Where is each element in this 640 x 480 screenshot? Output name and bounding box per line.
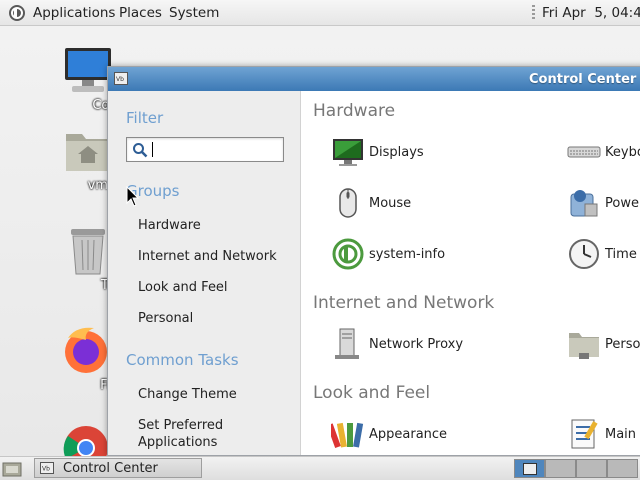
svg-text:Vb: Vb [116, 76, 124, 83]
power-icon [570, 190, 598, 217]
control-center-window: Vb Control Center Filter Groups Hardware… [107, 66, 640, 456]
keyboard-icon [567, 146, 601, 158]
filter-search-field[interactable] [126, 137, 284, 162]
mouse-icon [339, 188, 357, 218]
common-tasks-heading: Common Tasks [126, 351, 239, 369]
network-proxy-icon [335, 328, 359, 359]
menu-applications[interactable]: Applications [33, 5, 115, 21]
item-label: Power [605, 196, 640, 211]
filter-heading: Filter [126, 109, 164, 127]
group-personal[interactable]: Personal [138, 310, 193, 327]
group-hardware[interactable]: Hardware [138, 217, 201, 234]
section-heading-look-and-feel: Look and Feel [313, 383, 431, 403]
workspace-4[interactable] [607, 459, 638, 478]
window-titlebar[interactable]: Vb Control Center [108, 67, 640, 91]
clock-icon [569, 239, 599, 269]
mouse-pointer-icon [126, 186, 140, 207]
top-panel: Applications Places System Fri Apr 5, 04… [0, 0, 640, 26]
section-heading-hardware: Hardware [313, 101, 396, 121]
item-label: Network Proxy [369, 337, 464, 352]
search-icon [133, 143, 148, 158]
clock[interactable]: Fri Apr 5, 04:45 [542, 5, 640, 21]
personal-folder-icon [569, 333, 599, 359]
text-caret [152, 142, 153, 157]
section-heading-internet-and-network: Internet and Network [313, 293, 495, 313]
taskbar-button-control-center[interactable]: Vb Control Center [34, 458, 202, 478]
main-menu-icon [571, 419, 598, 449]
menu-places[interactable]: Places [119, 5, 162, 21]
workspace-3[interactable] [576, 459, 607, 478]
item-label: Time A [605, 247, 640, 262]
item-label: Displays [369, 145, 424, 160]
window-app-icon: Vb [40, 462, 54, 474]
show-desktop-icon[interactable] [2, 460, 22, 477]
bottom-panel: Vb Control Center [0, 456, 640, 480]
system-info-icon [332, 238, 364, 270]
group-look-and-feel[interactable]: Look and Feel [138, 279, 228, 296]
group-internet-and-network[interactable]: Internet and Network [138, 248, 277, 265]
window-title: Control Center [529, 72, 637, 87]
task-change-theme[interactable]: Change Theme [138, 386, 237, 403]
task-set-preferred-applications[interactable]: Set Preferred Applications [138, 417, 223, 451]
applications-logo-icon[interactable] [8, 4, 26, 22]
content-pane: Hardware Displays Keybo [301, 91, 640, 455]
taskbar-label: Control Center [63, 461, 158, 476]
sidebar: Filter Groups Hardware Internet and Netw… [108, 91, 301, 455]
item-label: Mouse [369, 196, 412, 211]
workspace-window-icon [523, 463, 537, 475]
item-label: Main M [605, 427, 640, 442]
window-menu-icon[interactable]: Vb [114, 72, 128, 85]
item-label: Keybo [605, 145, 640, 160]
workspace-2[interactable] [545, 459, 576, 478]
item-label: Appearance [369, 427, 448, 442]
appearance-icon [331, 422, 364, 449]
workspace-1[interactable] [514, 459, 545, 478]
item-label: system-info [369, 247, 446, 262]
menu-system[interactable]: System [169, 5, 219, 21]
svg-text:Vb: Vb [42, 466, 50, 473]
item-label: Perso [605, 337, 640, 352]
panel-separator [532, 5, 535, 21]
display-icon [333, 139, 363, 166]
